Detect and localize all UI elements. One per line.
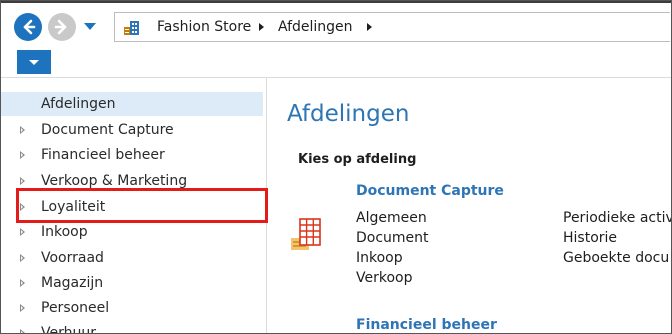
breadcrumb-afdelingen[interactable]: Afdelingen xyxy=(278,18,353,36)
link-document[interactable]: Document xyxy=(356,229,429,247)
group-title-financieel-beheer[interactable]: Financieel beheer xyxy=(356,316,497,333)
application-menu-button[interactable] xyxy=(17,50,51,74)
group-title-document-capture[interactable]: Document Capture xyxy=(356,182,504,200)
link-geboekte-documenten[interactable]: Geboekte docu xyxy=(563,249,669,267)
nav-item-voorraad[interactable]: Voorraad xyxy=(1,246,263,270)
nav-item-verhuur[interactable]: Verhuur xyxy=(1,321,263,334)
highlight-box xyxy=(16,188,268,223)
grid-document-icon xyxy=(291,218,321,250)
nav-item-inkoop[interactable]: Inkoop xyxy=(1,220,263,244)
expand-arrow-icon[interactable] xyxy=(20,228,25,236)
breadcrumb-separator-icon[interactable] xyxy=(367,23,372,31)
nav-item-label: Verhuur xyxy=(41,325,96,334)
nav-item-label: Inkoop xyxy=(41,224,88,240)
link-inkoop[interactable]: Inkoop xyxy=(356,249,403,267)
nav-item-label: Document Capture xyxy=(41,122,174,138)
nav-item-label: Personeel xyxy=(41,300,110,316)
expand-arrow-icon[interactable] xyxy=(20,254,25,262)
nav-item-label: Financieel beheer xyxy=(41,147,165,163)
application-window: Fashion Store Afdelingen Afdelingen Docu… xyxy=(0,0,672,334)
nav-item-label: Magazijn xyxy=(41,275,104,291)
nav-item-personeel[interactable]: Personeel xyxy=(1,296,263,320)
expand-arrow-icon[interactable] xyxy=(20,329,25,333)
link-periodieke-activiteiten[interactable]: Periodieke activ xyxy=(563,209,671,227)
expand-arrow-icon[interactable] xyxy=(20,177,25,185)
link-historie[interactable]: Historie xyxy=(563,229,617,247)
arrow-right-icon xyxy=(54,19,67,35)
breadcrumb-separator-icon[interactable] xyxy=(259,23,264,31)
breadcrumb-fashion-store[interactable]: Fashion Store xyxy=(157,18,251,36)
nav-item-label: Afdelingen xyxy=(41,96,116,112)
expand-arrow-icon[interactable] xyxy=(20,151,25,159)
nav-item-afdelingen[interactable]: Afdelingen xyxy=(1,92,263,116)
nav-item-financieel-beheer[interactable]: Financieel beheer xyxy=(1,143,263,167)
link-verkoop[interactable]: Verkoop xyxy=(356,269,413,287)
company-icon xyxy=(124,21,139,35)
page-title: Afdelingen xyxy=(287,101,410,127)
arrow-left-icon xyxy=(23,19,36,35)
section-subtitle: Kies op afdeling xyxy=(298,152,417,167)
history-dropdown-button[interactable] xyxy=(84,23,96,30)
nav-item-magazijn[interactable]: Magazijn xyxy=(1,271,263,295)
forward-button[interactable] xyxy=(48,13,76,41)
nav-item-label: Voorraad xyxy=(41,250,104,266)
back-button[interactable] xyxy=(14,13,42,41)
content-area: Afdelingen Kies op afdeling Document Cap… xyxy=(267,78,671,333)
expand-arrow-icon[interactable] xyxy=(20,304,25,312)
expand-arrow-icon[interactable] xyxy=(20,279,25,287)
navigation-bar: Fashion Store Afdelingen xyxy=(1,3,671,45)
link-algemeen[interactable]: Algemeen xyxy=(356,209,427,227)
nav-item-document-capture[interactable]: Document Capture xyxy=(1,118,263,142)
chevron-down-icon xyxy=(29,60,39,65)
action-bar xyxy=(1,45,671,78)
expand-arrow-icon[interactable] xyxy=(20,126,25,134)
address-bar[interactable]: Fashion Store Afdelingen xyxy=(114,12,670,42)
